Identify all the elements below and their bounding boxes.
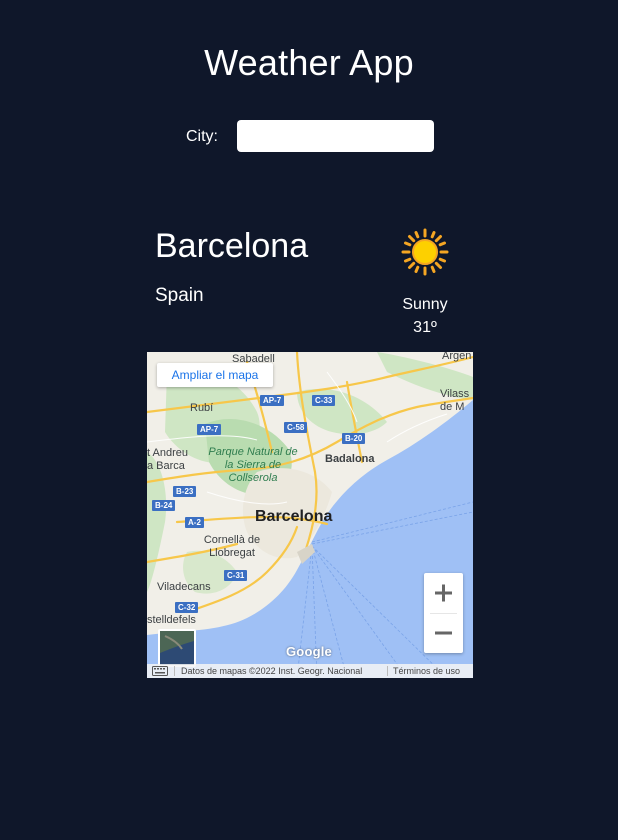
road-shield: A-2 bbox=[185, 517, 204, 528]
road-shield: C-32 bbox=[175, 602, 199, 613]
road-shield: AP-7 bbox=[197, 424, 222, 435]
road-shield: B-20 bbox=[342, 433, 366, 444]
zoom-control bbox=[424, 573, 463, 653]
map-label-vilassar: Vilass de M bbox=[440, 388, 470, 413]
map-label-cornella: Cornellà de Llobregat bbox=[203, 534, 261, 559]
expand-map-button[interactable]: Ampliar el mapa bbox=[157, 363, 273, 387]
zoom-in-button[interactable] bbox=[424, 573, 463, 613]
weather-condition: Sunny bbox=[402, 296, 448, 313]
road-shield: C-31 bbox=[224, 570, 248, 581]
map-attribution-bar: Datos de mapas ©2022 Inst. Geogr. Nacion… bbox=[147, 664, 473, 678]
app-title: Weather App bbox=[204, 42, 414, 83]
map-label-rubi: Rubí bbox=[190, 402, 214, 414]
road-shield: C-58 bbox=[284, 422, 308, 433]
road-shield: C-33 bbox=[312, 395, 336, 406]
city-input[interactable] bbox=[237, 120, 434, 152]
road-shield: B-24 bbox=[152, 500, 176, 511]
keyboard-icon[interactable] bbox=[152, 666, 168, 676]
map[interactable]: Sabadell Argen Rubí Vilass de M t Andreu… bbox=[147, 352, 473, 678]
map-data-attribution: Datos de mapas ©2022 Inst. Geogr. Nacion… bbox=[181, 666, 363, 676]
road-shield: B-23 bbox=[173, 486, 197, 497]
map-label-castelldefels: stelldefels bbox=[147, 614, 196, 626]
attribution-divider bbox=[387, 666, 388, 676]
road-shield: AP-7 bbox=[260, 395, 285, 406]
temperature: 31º bbox=[413, 319, 437, 336]
country-name: Spain bbox=[155, 285, 204, 306]
terms-of-use-link[interactable]: Términos de uso bbox=[393, 664, 460, 678]
google-logo: Google bbox=[286, 644, 332, 659]
satellite-thumbnail-icon bbox=[160, 631, 194, 665]
map-label-barcelona: Barcelona bbox=[255, 508, 333, 525]
map-label-park: Parque Natural de la Sierra de Collserol… bbox=[208, 446, 298, 484]
sun-icon bbox=[401, 228, 449, 276]
city-name: Barcelona bbox=[155, 227, 309, 265]
attribution-divider bbox=[174, 666, 175, 676]
map-label-sant-andreu: t Andreu a Barca bbox=[147, 447, 188, 472]
satellite-toggle[interactable] bbox=[158, 629, 196, 667]
zoom-out-button[interactable] bbox=[424, 613, 463, 653]
map-label-argentona: Argen bbox=[442, 352, 472, 362]
city-label: City: bbox=[186, 128, 218, 145]
map-label-badalona: Badalona bbox=[325, 453, 375, 465]
map-label-viladecans: Viladecans bbox=[157, 581, 211, 593]
